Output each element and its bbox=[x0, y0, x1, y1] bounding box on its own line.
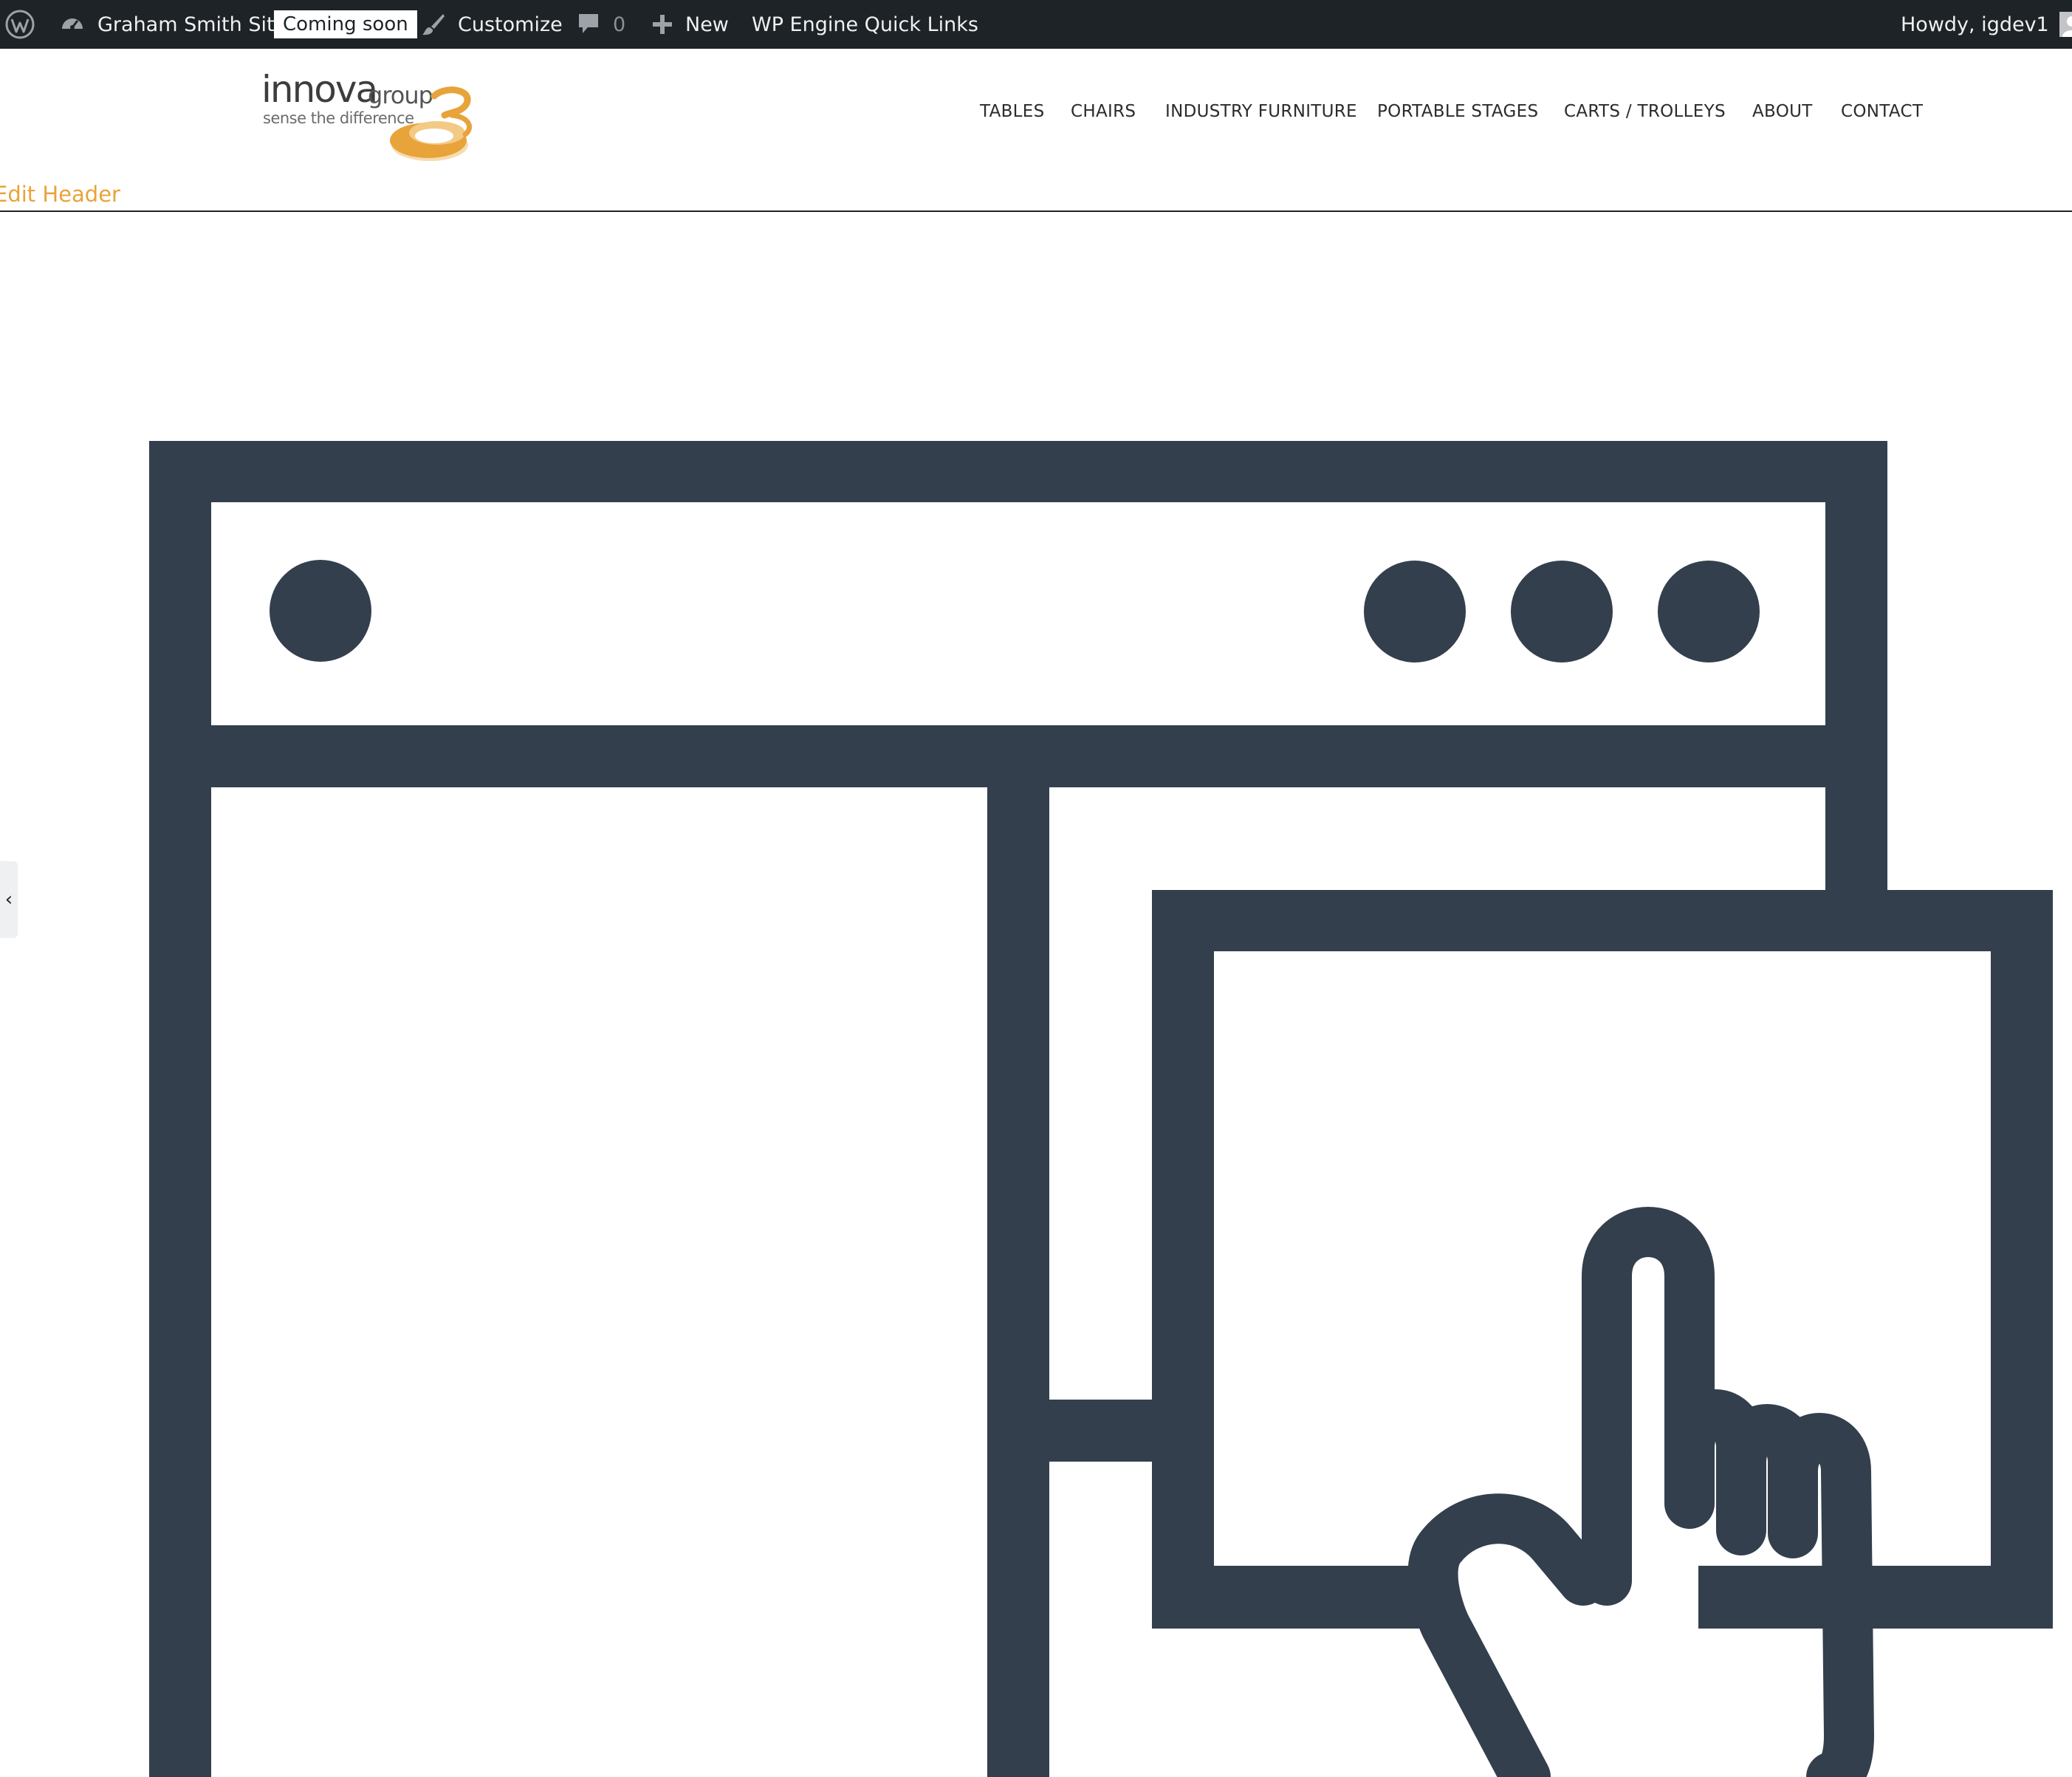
chevron-left-icon: ‹ bbox=[4, 889, 13, 911]
browser-window-click-icon bbox=[149, 441, 2053, 1777]
side-panel-toggle[interactable]: ‹ bbox=[0, 861, 18, 938]
